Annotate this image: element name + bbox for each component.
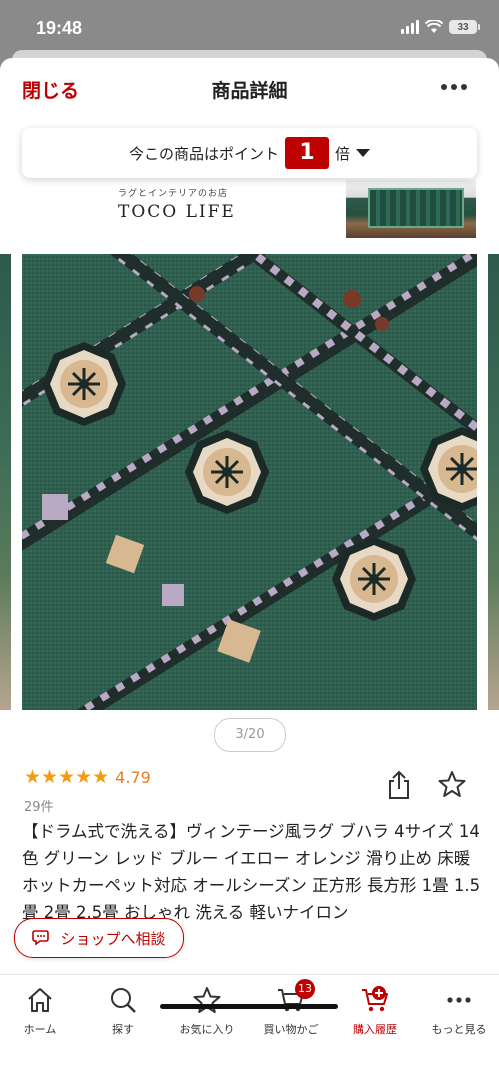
- nav-search[interactable]: 探す: [83, 985, 163, 1037]
- nav-home[interactable]: ホーム: [0, 985, 80, 1037]
- search-icon: [111, 988, 136, 1013]
- nav-more-label: もっと見る: [431, 1023, 487, 1036]
- cart-badge: 13: [295, 979, 315, 999]
- shop-logo: TOCO LIFE: [118, 202, 236, 222]
- share-icon[interactable]: [386, 770, 412, 800]
- status-icons: 33: [401, 20, 480, 34]
- point-prefix: 今この商品はポイント: [128, 144, 279, 163]
- nav-favorites[interactable]: お気に入り: [167, 985, 247, 1037]
- shop-consult-label: ショップへ相談: [60, 929, 166, 948]
- purchase-history-icon: [362, 986, 388, 1012]
- review-count[interactable]: 29件: [24, 796, 54, 815]
- point-multiplier-bar[interactable]: 今この商品はポイント 1 倍: [22, 128, 477, 178]
- nav-favorites-label: お気に入り: [179, 1023, 235, 1036]
- rating-stars: ★★★★★: [24, 766, 110, 788]
- status-time: 19:48: [36, 18, 83, 38]
- nav-purchase-history-label: 購入履歴: [353, 1023, 397, 1036]
- wifi-icon: [425, 20, 443, 33]
- page-title: 商品詳細: [211, 80, 288, 102]
- image-counter: 3/20: [214, 718, 286, 752]
- battery-icon: 33: [449, 20, 480, 34]
- signal-icon: [401, 20, 419, 34]
- nav-cart-label: 買い物かご: [263, 1023, 319, 1036]
- next-image[interactable]: [488, 254, 499, 710]
- chat-icon: [32, 930, 50, 946]
- chevron-down-icon: [356, 149, 371, 157]
- more-options-button[interactable]: [441, 84, 467, 90]
- nav-search-label: 探す: [112, 1023, 134, 1036]
- nav-home-label: ホーム: [23, 1023, 57, 1036]
- nav-purchase-history[interactable]: 購入履歴: [335, 985, 415, 1037]
- image-carousel[interactable]: [0, 254, 499, 710]
- product-image[interactable]: [22, 254, 477, 710]
- previous-image[interactable]: [0, 254, 11, 710]
- more-icon: [447, 997, 471, 1003]
- nav-more[interactable]: もっと見る: [419, 985, 499, 1037]
- point-multiplier: 1: [285, 137, 329, 169]
- favorite-star-icon[interactable]: [438, 770, 466, 798]
- shop-consult-button[interactable]: ショップへ相談: [14, 918, 184, 958]
- shop-subtitle: ラグとインテリアのお店: [118, 189, 229, 199]
- header: 閉じる 商品詳細: [0, 58, 499, 120]
- rating-score: 4.79: [115, 767, 151, 787]
- nav-cart[interactable]: 13 買い物かご: [251, 979, 331, 1037]
- star-icon: [193, 987, 221, 1013]
- product-title: 【ドラム式で洗える】ヴィンテージ風ラグ ブハラ 4サイズ 14色 グリーン レッ…: [22, 822, 481, 922]
- point-suffix: 倍: [335, 144, 351, 163]
- home-indicator[interactable]: [160, 1004, 338, 1009]
- bottom-nav: ホーム 探す お気に入り 13 買い物かご 購入履歴 もっと見る: [0, 974, 499, 1080]
- home-icon: [28, 988, 52, 1012]
- banner-thumbnail: [346, 180, 476, 238]
- rating[interactable]: ★★★★★ 4.79: [24, 766, 151, 788]
- product-detail-sheet: 閉じる 商品詳細 ラグとインテリアのお店 TOCO LIFE 今この商品はポイン…: [0, 58, 499, 1080]
